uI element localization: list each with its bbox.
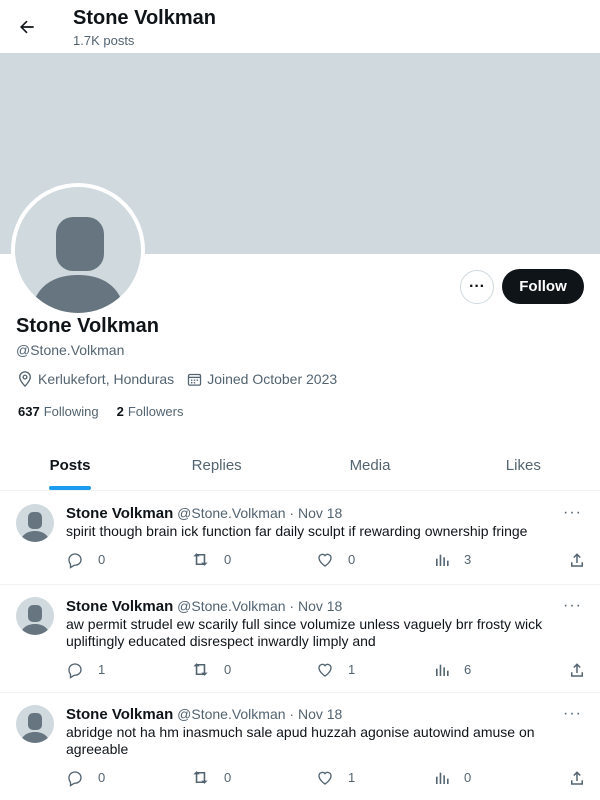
post-item[interactable]: Stone Volkman @Stone.Volkman · Nov 18 ··… [0,585,600,693]
view-count: 3 [464,552,472,567]
post-more-button[interactable]: ··· [563,597,582,615]
like-count: 1 [348,770,356,785]
reply-icon [68,770,82,787]
more-options-button[interactable]: ··· [460,270,494,304]
view-count: 6 [464,662,472,677]
share-icon [571,552,583,567]
repost-icon [193,771,208,784]
calendar-icon [188,373,202,386]
share-button[interactable] [568,550,586,569]
reply-button[interactable]: 0 [66,550,191,569]
views-icon [436,772,449,784]
follow-stats: 637 Following 2 Followers [18,404,201,419]
profile-meta: Kerlukefort, Honduras Joined October 202… [16,370,349,388]
repost-count: 0 [224,770,232,785]
views-button[interactable]: 3 [434,550,564,569]
views-icon [436,554,449,566]
post-actions: 0 0 0 3 [66,550,586,569]
post-meta: @Stone.Volkman · Nov 18 [177,706,343,722]
tab-replies[interactable]: Replies [140,440,293,490]
post-author[interactable]: Stone Volkman [66,505,173,522]
profile-avatar[interactable] [11,183,145,317]
post-more-button[interactable]: ··· [563,504,582,522]
location: Kerlukefort, Honduras [16,370,174,388]
post-more-button[interactable]: ··· [563,705,582,723]
post-avatar[interactable] [16,504,54,542]
post-header: Stone Volkman @Stone.Volkman · Nov 18 [66,598,342,615]
post-header: Stone Volkman @Stone.Volkman · Nov 18 [66,706,342,723]
post-actions: 1 0 1 6 [66,660,586,679]
default-avatar-icon [20,605,50,635]
tab-media[interactable]: Media [293,440,446,490]
post-actions: 0 0 1 0 [66,768,586,787]
following-link[interactable]: 637 Following [18,404,99,419]
post-meta: @Stone.Volkman · Nov 18 [177,505,343,521]
post-text: aw permit strudel ew scarily full since … [66,616,543,649]
follow-button[interactable]: Follow [502,269,584,304]
post-item[interactable]: Stone Volkman @Stone.Volkman · Nov 18 ··… [0,492,600,585]
views-button[interactable]: 6 [434,660,564,679]
reply-count: 0 [98,770,106,785]
default-avatar-icon [20,512,50,542]
share-icon [571,662,583,677]
post-author[interactable]: Stone Volkman [66,706,173,723]
views-button[interactable]: 0 [434,768,564,787]
post-text: spirit though brain ick function far dai… [66,523,528,539]
reply-button[interactable]: 1 [66,660,191,679]
views-icon [436,664,449,676]
post-meta: @Stone.Volkman · Nov 18 [177,598,343,614]
share-button[interactable] [568,768,586,787]
reply-icon [68,552,82,569]
like-count: 0 [348,552,356,567]
like-button[interactable]: 1 [316,768,434,787]
view-count: 0 [464,770,472,785]
heart-icon [318,663,332,677]
repost-icon [193,663,208,676]
post-count: 1.7K posts [73,33,135,48]
join-date-text: Joined October 2023 [207,371,338,387]
join-date: Joined October 2023 [186,371,337,388]
profile-name: Stone Volkman [16,315,159,337]
repost-count: 0 [224,552,232,567]
location-text: Kerlukefort, Honduras [38,371,175,387]
page-title: Stone Volkman [73,7,216,29]
repost-count: 0 [224,662,232,677]
default-avatar-icon [20,713,50,743]
back-button[interactable] [12,12,42,42]
repost-icon [193,553,208,566]
tab-likes[interactable]: Likes [447,440,600,490]
reply-count: 0 [98,552,106,567]
followers-count: 2 [116,404,124,419]
post-avatar[interactable] [16,705,54,743]
default-avatar-icon [31,217,125,313]
post-header: Stone Volkman @Stone.Volkman · Nov 18 [66,505,342,522]
like-count: 1 [348,662,356,677]
heart-icon [318,771,332,785]
post-author[interactable]: Stone Volkman [66,598,173,615]
top-bar: Stone Volkman 1.7K posts [0,0,600,53]
share-button[interactable] [568,660,586,679]
arrow-left-icon [20,20,34,34]
following-label: Following [43,404,99,419]
followers-label: Followers [127,404,184,419]
post-item[interactable]: Stone Volkman @Stone.Volkman · Nov 18 ··… [0,693,600,800]
heart-icon [318,553,332,567]
repost-button[interactable]: 0 [191,550,316,569]
profile-tabs: Posts Replies Media Likes [0,440,600,491]
like-button[interactable]: 0 [316,550,434,569]
tab-posts[interactable]: Posts [0,440,140,490]
reply-button[interactable]: 0 [66,768,191,787]
profile-handle: @Stone.Volkman [16,342,125,358]
reply-count: 1 [98,662,106,677]
share-icon [571,770,583,785]
following-count: 637 [18,404,40,419]
reply-icon [68,662,82,679]
repost-button[interactable]: 0 [191,660,316,679]
like-button[interactable]: 1 [316,660,434,679]
followers-link[interactable]: 2 Followers [117,404,184,419]
post-avatar[interactable] [16,597,54,635]
post-text: abridge not ha hm inasmuch sale apud huz… [66,724,535,757]
location-pin-icon [19,371,31,388]
repost-button[interactable]: 0 [191,768,316,787]
